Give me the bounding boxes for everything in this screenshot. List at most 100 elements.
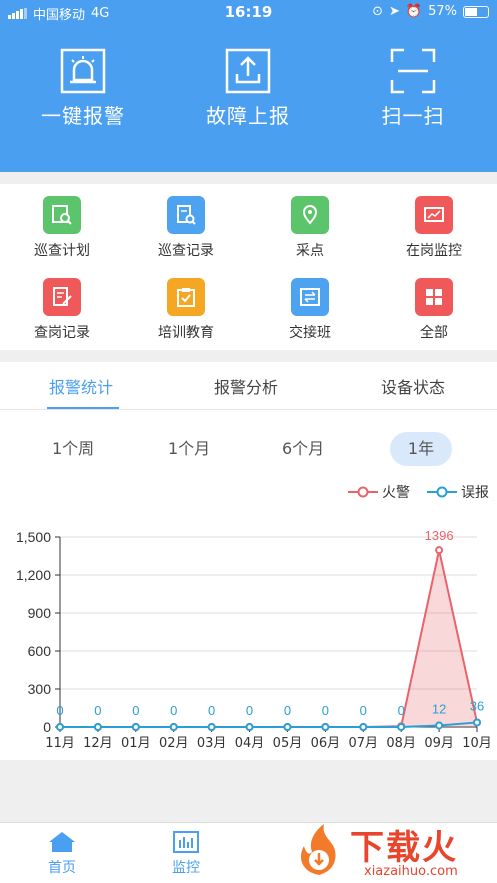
tab-home-label: 首页: [48, 860, 76, 876]
battery-icon: [463, 5, 489, 18]
x-tick-label: 09月: [424, 736, 454, 751]
y-tick-label: 900: [28, 605, 52, 621]
battery-text: 57%: [428, 4, 457, 19]
data-label: 0: [132, 703, 139, 718]
y-tick-label: 1,200: [16, 567, 51, 583]
tab-monitor[interactable]: 监控: [156, 831, 216, 877]
y-tick-label: 600: [28, 643, 52, 659]
bar-chart-icon: [173, 831, 199, 853]
emergency-alarm-label: 一键报警: [41, 104, 125, 128]
x-tick-label: 04月: [235, 736, 265, 751]
scan-button[interactable]: 扫一扫: [333, 48, 493, 129]
tab-monitor-label: 监控: [172, 860, 200, 876]
alarm-chart: 0 300 600 900 1,200 1,500 11月 12月 01月 02月 03月 04月 05…: [16, 528, 492, 751]
data-point: [56, 723, 64, 731]
data-point: [435, 546, 444, 555]
location-arrow-icon: ➤: [389, 4, 400, 19]
patrol-plan-button[interactable]: 巡查计划: [0, 196, 124, 260]
patrol-record-button[interactable]: 巡查记录: [124, 196, 248, 260]
fault-report-label: 故障上报: [206, 104, 290, 128]
data-point: [93, 723, 102, 731]
location-pin-icon: [291, 196, 329, 234]
period-6-months[interactable]: 6个月: [282, 432, 324, 466]
patrol-record-label: 巡查记录: [158, 243, 214, 259]
data-label: 1396: [425, 528, 454, 543]
on-duty-monitor-button[interactable]: 在岗监控: [372, 196, 496, 260]
alarm-clock-icon: ⏰: [405, 4, 423, 19]
home-icon: [49, 832, 75, 852]
data-label: 0: [56, 703, 63, 718]
data-label: 0: [170, 703, 177, 718]
all-grid-icon: [415, 278, 453, 316]
all-features-label: 全部: [420, 325, 448, 341]
data-label: 0: [398, 703, 405, 718]
patrol-plan-label: 巡查计划: [34, 243, 90, 259]
period-1-week[interactable]: 1个周: [52, 432, 94, 466]
on-duty-monitor-label: 在岗监控: [406, 243, 462, 259]
data-label: 0: [208, 703, 215, 718]
data-point: [207, 723, 216, 731]
collect-point-button[interactable]: 采点: [248, 196, 372, 260]
legend-fire-label: 火警: [382, 485, 410, 501]
upload-icon: [225, 48, 271, 94]
flame-logo-icon: [300, 824, 336, 875]
data-point: [473, 718, 481, 727]
data-label: 0: [246, 703, 253, 718]
clipboard-check-icon: [167, 278, 205, 316]
data-point: [245, 723, 254, 731]
tab-alarm-analysis[interactable]: 报警分析: [214, 374, 278, 398]
shift-handover-label: 交接班: [289, 325, 331, 341]
x-tick-label: 07月: [348, 736, 378, 751]
data-point: [321, 723, 330, 731]
tab-home[interactable]: 首页: [32, 831, 92, 877]
x-tick-label: 02月: [159, 736, 189, 751]
fault-report-button[interactable]: 故障上报: [168, 48, 328, 129]
monitor-chart-icon: [415, 196, 453, 234]
training-button[interactable]: 培训教育: [124, 278, 248, 342]
data-point: [131, 723, 140, 731]
emergency-alarm-button[interactable]: 一键报警: [3, 48, 163, 129]
tab-device-status[interactable]: 设备状态: [381, 374, 445, 398]
active-tab-indicator: [47, 407, 119, 409]
all-features-button[interactable]: 全部: [372, 278, 496, 342]
data-point: [359, 723, 368, 731]
data-label: 0: [94, 703, 101, 718]
data-point: [283, 723, 292, 731]
stats-tabs: 报警统计 报警分析 设备状态: [0, 362, 497, 410]
record-search-icon: [167, 196, 205, 234]
data-label: 0: [360, 703, 367, 718]
x-tick-label: 08月: [386, 736, 416, 751]
data-label: 0: [322, 703, 329, 718]
data-label: 0: [284, 703, 291, 718]
duty-check-record-button[interactable]: 查岗记录: [0, 278, 124, 342]
plan-search-icon: [43, 196, 81, 234]
tab-alarm-stats[interactable]: 报警统计: [49, 374, 113, 398]
x-tick-label: 03月: [197, 736, 227, 751]
watermark-title: 下载火: [350, 828, 458, 868]
y-tick-label: 1,500: [16, 529, 51, 545]
edit-document-icon: [43, 278, 81, 316]
legend-false-alarm[interactable]: 误报: [427, 482, 489, 502]
lock-rotation-icon: ⊙: [372, 4, 383, 19]
stats-panel: 报警统计 报警分析 设备状态 1个周 1个月 6个月 1年 火警 误报 0 300…: [0, 362, 497, 760]
x-tick-label: 12月: [83, 736, 113, 751]
x-tick-label: 10月: [462, 736, 492, 751]
feature-grid: 巡查计划 巡查记录 采点 在岗监控 查岗记录 培训教育 交接班 全部: [0, 184, 497, 350]
y-tick-label: 300: [28, 681, 52, 697]
period-1-month[interactable]: 1个月: [168, 432, 210, 466]
period-1-year[interactable]: 1年: [390, 432, 452, 466]
legend-fire[interactable]: 火警: [348, 482, 410, 502]
scan-icon: [390, 48, 436, 94]
data-point: [397, 723, 406, 731]
x-tick-label: 01月: [121, 736, 151, 751]
training-label: 培训教育: [158, 325, 214, 341]
data-point: [435, 721, 444, 730]
status-bar: 中国移动 4G 16:19 ⊙ ➤ ⏰ 57%: [0, 0, 497, 26]
series-area: [60, 550, 477, 727]
shift-handover-button[interactable]: 交接班: [248, 278, 372, 342]
data-label: 36: [470, 698, 484, 713]
watermark: 下载火 xiazaihuo.com: [292, 818, 497, 883]
data-point: [169, 723, 178, 731]
duty-check-record-label: 查岗记录: [34, 325, 90, 341]
x-tick-label: 11月: [45, 736, 75, 751]
